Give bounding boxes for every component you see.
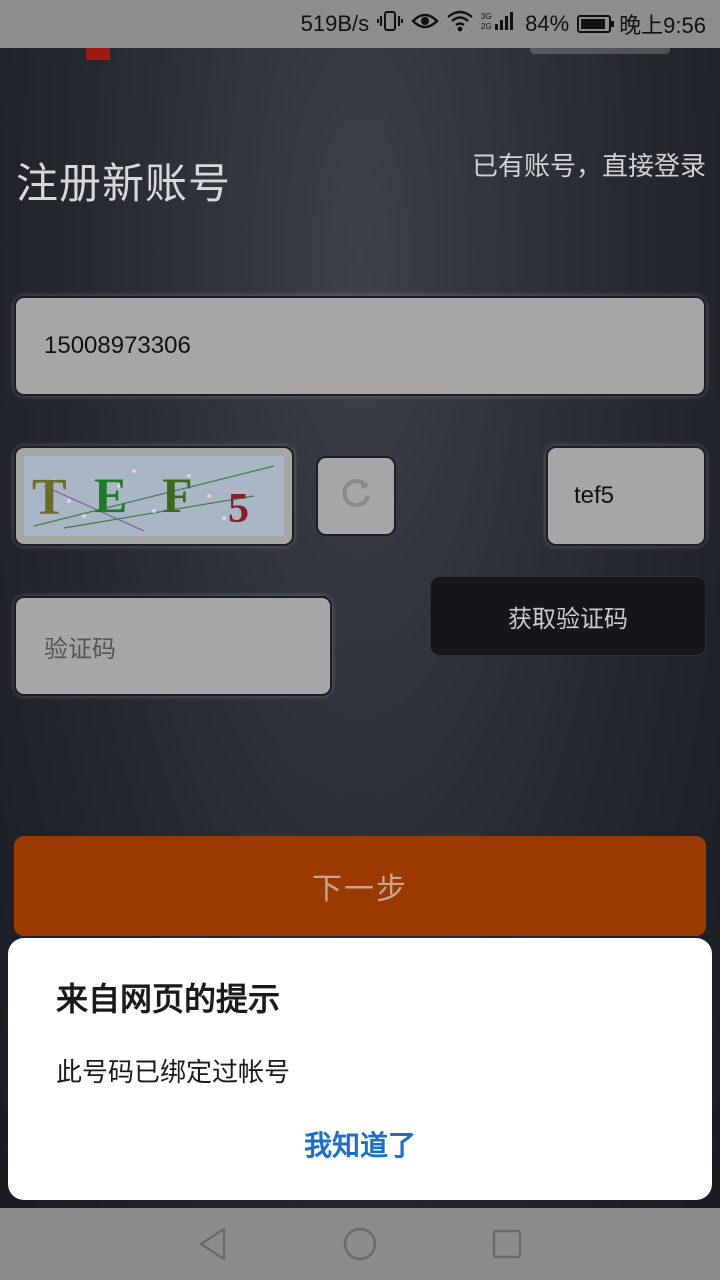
back-icon[interactable] (193, 1224, 233, 1264)
login-link[interactable]: 已有账号，直接登录 (472, 146, 706, 183)
phone-value: 15008973306 (44, 332, 191, 359)
next-button[interactable]: 下一步 (14, 836, 706, 936)
battery-percent: 84% (525, 11, 570, 36)
eye-icon (411, 11, 439, 37)
vibrate-icon (377, 10, 404, 38)
svg-text:2G: 2G (481, 22, 492, 31)
captcha-image-box[interactable]: T E F 5 (14, 446, 294, 546)
captcha-image[interactable]: T E F 5 (24, 456, 284, 536)
captcha-char: T (32, 469, 67, 526)
navigation-bar (0, 1208, 720, 1280)
refresh-captcha-button[interactable] (316, 456, 396, 536)
clock: 晚上9:56 (619, 13, 706, 38)
wifi-icon (447, 10, 473, 38)
dialog-title: 来自网页的提示 (56, 980, 281, 1018)
verification-code-input[interactable]: 验证码 (14, 596, 332, 696)
code-placeholder: 验证码 (44, 635, 116, 663)
captcha-char: E (94, 467, 127, 523)
page-title: 注册新账号 (16, 159, 232, 208)
captcha-char: F (162, 467, 193, 523)
get-code-button[interactable]: 获取验证码 (430, 576, 706, 656)
dialog-message: 此号码已绑定过帐号 (56, 1058, 291, 1088)
alert-dialog: 来自网页的提示 此号码已绑定过帐号 我知道了 (8, 938, 712, 1200)
svg-text:3G: 3G (481, 12, 492, 21)
dialog-confirm-button[interactable]: 我知道了 (8, 1124, 712, 1164)
captcha-input[interactable]: tef5 (546, 446, 706, 546)
recents-icon[interactable] (487, 1224, 527, 1264)
phone-input[interactable]: 15008973306 (14, 296, 706, 396)
battery-icon (577, 15, 615, 33)
refresh-icon (336, 474, 376, 518)
captcha-char: 5 (228, 486, 249, 532)
net-speed: 519B/s (300, 11, 370, 36)
status-bar: 519B/s 3G 2G 84% 晚上9:56 (0, 0, 720, 48)
captcha-input-value: tef5 (574, 482, 615, 509)
signal-icon: 3G 2G (481, 10, 517, 38)
home-icon[interactable] (340, 1224, 380, 1264)
